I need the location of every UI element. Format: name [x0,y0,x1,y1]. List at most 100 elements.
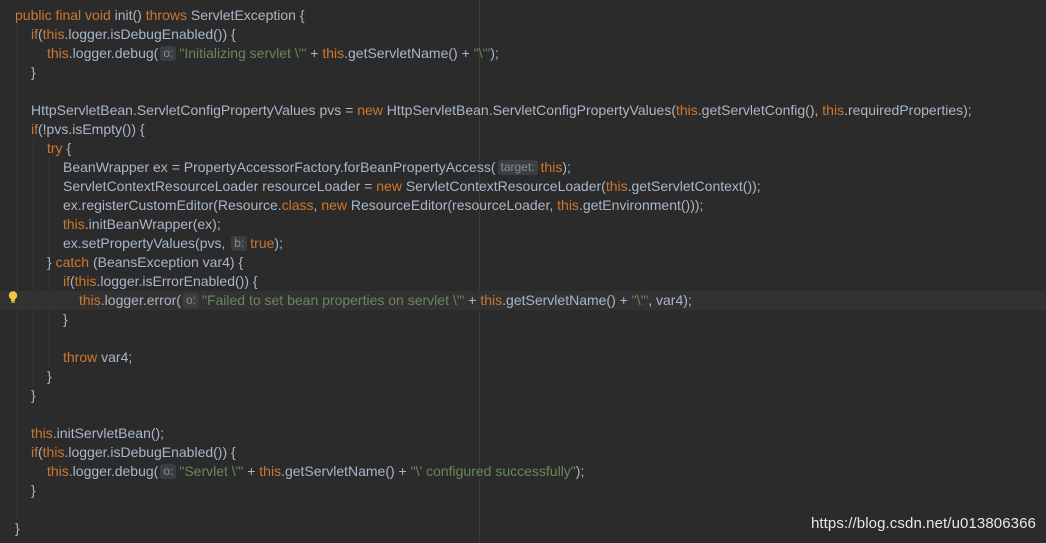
keyword-token: this [557,197,579,213]
code-line[interactable]: throw var4; [0,348,1046,367]
code-editor[interactable]: public final void init() throws ServletE… [0,0,1046,543]
code-line[interactable] [0,405,1046,424]
code-line[interactable] [0,82,1046,101]
code-token: ServletContextResourceLoader resourceLoa… [63,178,377,194]
keyword-token: this [42,444,65,460]
code-line[interactable]: } [0,310,1046,329]
code-token: } [31,482,36,498]
code-token: .logger.isErrorEnabled()) { [96,273,258,289]
code-text: this.logger.debug(o: "Initializing servle… [47,44,499,63]
code-line[interactable]: } catch (BeansException var4) { [0,253,1046,272]
code-line[interactable] [0,329,1046,348]
code-line[interactable]: HttpServletBean.ServletConfigPropertyVal… [0,101,1046,120]
code-line[interactable]: this.initServletBean(); [0,424,1046,443]
code-text: this.initServletBean(); [31,424,164,443]
code-token: ServletContextResourceLoader( [405,178,606,194]
keyword-token: this [322,45,345,61]
code-token: } [15,520,20,536]
string-token: "Initializing servlet \'" [179,45,307,61]
code-text: this.logger.error(o: "Failed to set bean … [79,291,692,310]
code-token: ex.setPropertyValues(pvs, [63,235,230,251]
keyword-token: this [540,159,563,175]
code-line[interactable]: ex.setPropertyValues(pvs, b: true); [0,234,1046,253]
code-line[interactable]: BeanWrapper ex = PropertyAccessorFactory… [0,158,1046,177]
code-line[interactable]: } [0,63,1046,82]
code-line[interactable]: this.logger.debug(o: "Initializing servle… [0,44,1046,63]
keyword-token: this [675,102,698,118]
keyword-token: throws [145,7,191,23]
code-token: var4; [101,349,133,365]
code-token: ServletException { [190,7,305,23]
code-line[interactable]: if(!pvs.isEmpty()) { [0,120,1046,139]
code-token: .logger.isDebugEnabled()) { [64,26,236,42]
code-line[interactable]: if(this.logger.isErrorEnabled()) { [0,272,1046,291]
code-token: .getServletName() + [344,45,474,61]
code-line[interactable]: } [0,367,1046,386]
string-token: "\'" [473,45,491,61]
code-token: BeanWrapper ex = PropertyAccessorFactory… [63,159,496,175]
code-line[interactable]: this.logger.debug(o: "Servlet \'" + this.… [0,462,1046,481]
keyword-token: try [47,140,67,156]
code-text: } [47,367,52,386]
code-token: HttpServletBean.ServletConfigPropertyVal… [386,102,676,118]
keyword-token: this [42,26,65,42]
keyword-token: new [376,178,406,194]
code-token: .getEnvironment())); [578,197,704,213]
code-token: .logger.isDebugEnabled()) { [64,444,236,460]
code-line[interactable]: this.initBeanWrapper(ex); [0,215,1046,234]
code-token: (!pvs.isEmpty()) { [38,121,145,137]
code-text: } [31,481,36,500]
code-line[interactable]: this.logger.error(o: "Failed to set bean … [0,291,1046,310]
keyword-token: true [250,235,275,251]
code-token: (BeansException var4) { [92,254,244,270]
code-text: if(this.logger.isDebugEnabled()) { [31,443,236,462]
code-text: if(this.logger.isErrorEnabled()) { [63,272,258,291]
parameter-hint: o: [160,46,177,61]
code-token: .getServletName() + [502,292,632,308]
code-token: .initServletBean(); [52,425,165,441]
code-text: BeanWrapper ex = PropertyAccessorFactory… [63,158,571,177]
watermark-url: https://blog.csdn.net/u013806366 [810,515,1036,532]
code-text: if(this.logger.isDebugEnabled()) { [31,25,236,44]
code-token: init() [114,7,146,23]
string-token: "\'" [631,292,649,308]
code-token: { [66,140,72,156]
keyword-token: new [357,102,387,118]
code-token: + [243,463,260,479]
code-text: public final void init() throws ServletE… [15,6,305,25]
code-token: } [31,387,36,403]
parameter-hint: o: [160,464,177,479]
code-line[interactable]: public final void init() throws ServletE… [0,6,1046,25]
code-line[interactable]: } [0,481,1046,500]
code-text: ServletContextResourceLoader resourceLoa… [63,177,761,196]
code-line[interactable]: ex.registerCustomEditor(Resource.class, … [0,196,1046,215]
string-token: "Servlet \'" [179,463,244,479]
keyword-token: new [321,197,351,213]
keyword-token: catch [55,254,93,270]
code-text: HttpServletBean.ServletConfigPropertyVal… [31,101,972,120]
keyword-token: this [47,45,69,61]
code-token: HttpServletBean.ServletConfigPropertyVal… [31,102,358,118]
code-text: } [15,519,20,538]
code-line[interactable]: if(this.logger.isDebugEnabled()) { [0,443,1046,462]
code-line[interactable]: try { [0,139,1046,158]
code-token: ); [274,235,283,251]
code-token: .logger.error( [100,292,181,308]
code-text: throw var4; [63,348,132,367]
code-line[interactable]: ServletContextResourceLoader resourceLoa… [0,177,1046,196]
keyword-token: this [822,102,845,118]
code-text: } [63,310,68,329]
code-text: try { [47,139,71,158]
code-text: if(!pvs.isEmpty()) { [31,120,145,139]
code-token: } [47,368,52,384]
code-line[interactable]: } [0,386,1046,405]
code-token: ex.registerCustomEditor(Resource. [63,197,282,213]
keyword-token: this [31,425,53,441]
code-line[interactable]: if(this.logger.isDebugEnabled()) { [0,25,1046,44]
keyword-token: if [31,121,38,137]
keyword-token: this [63,216,85,232]
code-token: } [31,64,36,80]
lightbulb-icon[interactable] [6,290,20,304]
code-token: } [47,254,56,270]
keyword-token: public final void [15,7,115,23]
